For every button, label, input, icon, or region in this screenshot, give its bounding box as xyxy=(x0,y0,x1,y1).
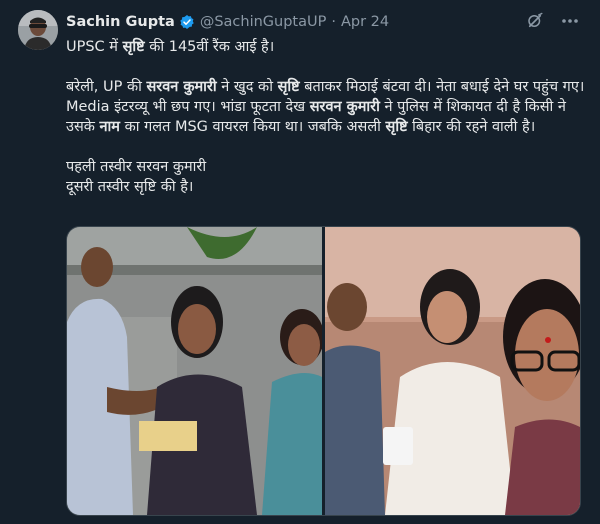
author-name[interactable]: Sachin Gupta xyxy=(66,14,175,30)
avatar[interactable] xyxy=(18,10,58,50)
tweet-text: UPSC में सृष्टि की 145वीं रैंक आई है। बर… xyxy=(66,37,586,197)
text-segment: बिहार की रहने वाली है। xyxy=(407,119,536,135)
text-segment: का गलत MSG वायरल किया था। जबकि असली xyxy=(119,119,386,135)
tweet-header: Sachin Gupta @SachinGuptaUP · Apr 24 xyxy=(66,12,580,32)
verified-badge-icon xyxy=(179,14,195,30)
text-segment: सृष्टि xyxy=(277,79,300,95)
separator-dot: · xyxy=(331,14,336,30)
text-segment: नाम xyxy=(99,119,120,135)
tweet-line-4: दूसरी तस्वीर सृष्टि की है। xyxy=(66,179,194,195)
text-segment: सृष्टि xyxy=(385,119,408,135)
photo-left[interactable] xyxy=(67,227,322,515)
photo-right[interactable] xyxy=(325,227,580,515)
grok-icon[interactable] xyxy=(526,12,544,30)
tweet-line-3: पहली तस्वीर सरवन कुमारी xyxy=(66,159,207,175)
text-segment: ने खुद को xyxy=(216,79,278,95)
more-icon[interactable] xyxy=(560,12,580,30)
tweet-paragraph-2: बरेली, UP की सरवन कुमारी ने खुद को सृष्ट… xyxy=(66,77,586,137)
header-actions xyxy=(526,12,580,30)
tweet-media[interactable] xyxy=(66,226,581,516)
author-handle[interactable]: @SachinGuptaUP xyxy=(200,14,327,30)
text-segment: सरवन कुमारी xyxy=(309,99,380,115)
text-segment: सरवन कुमारी xyxy=(146,79,217,95)
tweet-date[interactable]: Apr 24 xyxy=(341,14,389,30)
tweet-line-1: UPSC में सृष्टि की 145वीं रैंक आई है। xyxy=(66,39,275,55)
text-segment: बरेली, UP की xyxy=(66,79,147,95)
